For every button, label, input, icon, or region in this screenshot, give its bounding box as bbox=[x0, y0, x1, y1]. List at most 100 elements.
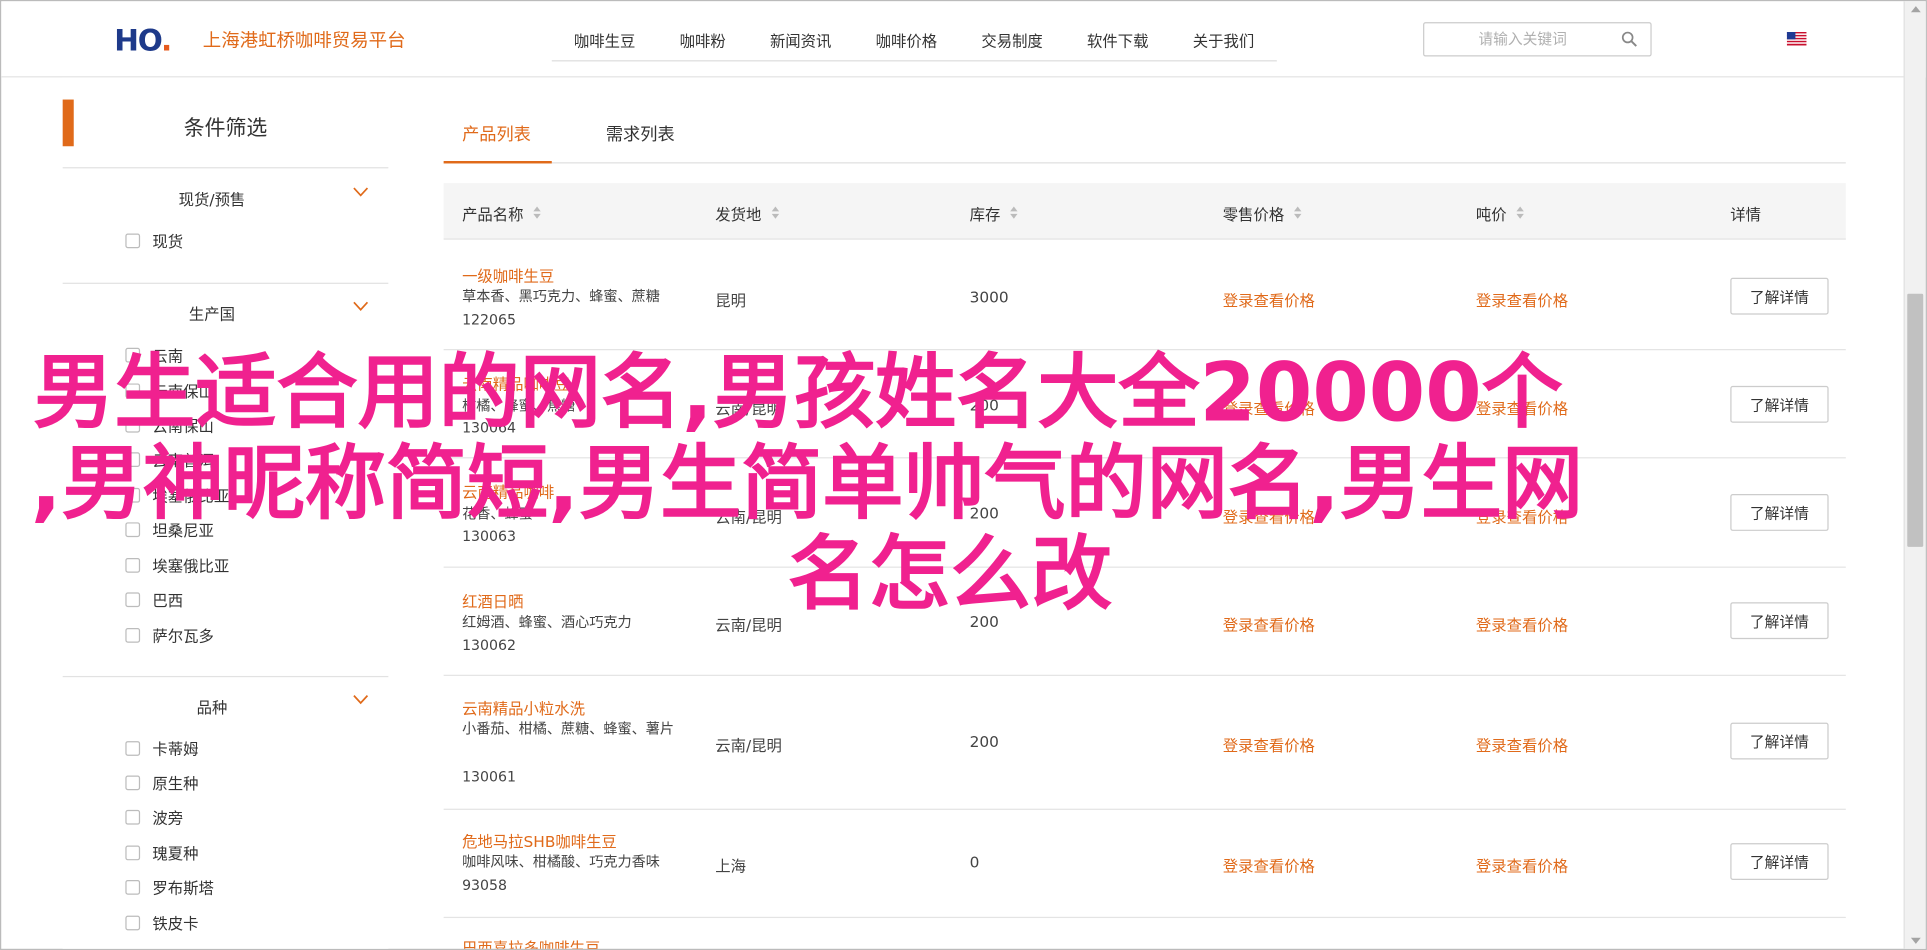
ton-price-login-link[interactable]: 登录查看价格 bbox=[1476, 288, 1568, 311]
search-input[interactable] bbox=[1424, 23, 1609, 56]
filter-option[interactable]: 原生种 bbox=[125, 771, 198, 794]
filter-option[interactable]: 铁皮卡 bbox=[125, 911, 198, 934]
column-header-origin[interactable]: 发货地 bbox=[715, 202, 779, 225]
checkbox[interactable] bbox=[125, 487, 141, 503]
logo-text: HO bbox=[114, 23, 162, 58]
product-name-link[interactable]: 一级咖啡生豆 bbox=[462, 263, 554, 286]
filter-group-title[interactable]: 现货/预售 bbox=[63, 187, 362, 210]
nav-item-coffee-powder[interactable]: 咖啡粉 bbox=[657, 21, 747, 60]
checkbox[interactable] bbox=[125, 591, 141, 607]
checkbox[interactable] bbox=[125, 451, 141, 467]
sort-icon[interactable] bbox=[771, 206, 779, 220]
retail-price-login-link[interactable]: 登录查看价格 bbox=[1223, 612, 1315, 635]
checkbox[interactable] bbox=[125, 914, 141, 930]
product-id: 130061 bbox=[462, 768, 517, 786]
sort-icon[interactable] bbox=[1516, 206, 1524, 220]
ton-price-login-link[interactable]: 登录查看价格 bbox=[1476, 396, 1568, 419]
column-header-product-name[interactable]: 产品名称 bbox=[462, 202, 541, 225]
tab-demand-list[interactable]: 需求列表 bbox=[606, 122, 675, 147]
filter-option[interactable]: 云南普洱 bbox=[125, 447, 214, 470]
filter-group-origin-country: 生产国 云南 云南保山 云南保山 云南普洱 埃塞俄比亚 坦桑尼亚 埃塞俄比亚 巴… bbox=[62, 284, 389, 678]
checkbox[interactable] bbox=[125, 879, 141, 895]
sort-icon[interactable] bbox=[533, 206, 541, 220]
nav-item-news[interactable]: 新闻资讯 bbox=[748, 21, 854, 60]
origin-cell: 昆明 bbox=[715, 291, 746, 310]
details-button[interactable]: 了解详情 bbox=[1730, 843, 1829, 880]
scroll-down-arrow-icon[interactable] bbox=[1910, 937, 1921, 944]
nav-item-software-download[interactable]: 软件下载 bbox=[1065, 21, 1171, 60]
product-name-link[interactable]: 危地马拉SHB咖啡生豆 bbox=[462, 828, 617, 851]
filter-option[interactable]: 埃塞俄比亚 bbox=[125, 553, 229, 576]
checkbox[interactable] bbox=[125, 844, 141, 860]
checkbox[interactable] bbox=[125, 347, 141, 362]
table-row: 红酒日晒 红姆酒、蜂蜜、酒心巧克力 130062 云南/昆明 200 登录查看价… bbox=[443, 568, 1846, 676]
filter-option[interactable]: 卡蒂姆 bbox=[125, 736, 198, 759]
retail-price-login-link[interactable]: 登录查看价格 bbox=[1223, 396, 1315, 419]
filter-option-label: 埃塞俄比亚 bbox=[152, 486, 230, 506]
checkbox[interactable] bbox=[125, 809, 141, 825]
ton-price-login-link[interactable]: 登录查看价格 bbox=[1476, 732, 1568, 755]
filter-option[interactable]: 云南保山 bbox=[125, 413, 214, 436]
checkbox[interactable] bbox=[125, 382, 141, 398]
table-header: 产品名称 发货地 库存 零售价格 吨价 详情 bbox=[443, 183, 1846, 240]
product-name-link[interactable]: 云南精品咖啡豆 bbox=[462, 371, 570, 394]
column-header-retail-price[interactable]: 零售价格 bbox=[1223, 202, 1302, 225]
sort-icon[interactable] bbox=[1294, 206, 1302, 220]
filter-option[interactable]: 波旁 bbox=[125, 805, 183, 828]
tab-product-list[interactable]: 产品列表 bbox=[462, 122, 531, 147]
filter-option[interactable]: 罗布斯塔 bbox=[125, 875, 214, 898]
filter-group-title[interactable]: 生产国 bbox=[63, 301, 362, 324]
nav-item-green-beans[interactable]: 咖啡生豆 bbox=[552, 21, 658, 60]
chevron-down-icon[interactable] bbox=[353, 694, 369, 705]
filter-option[interactable]: 坦桑尼亚 bbox=[125, 517, 214, 540]
details-button[interactable]: 了解详情 bbox=[1730, 602, 1829, 640]
checkbox[interactable] bbox=[125, 627, 141, 643]
filter-group-title[interactable]: 品种 bbox=[63, 694, 362, 717]
us-flag-icon[interactable] bbox=[1786, 31, 1807, 46]
checkbox[interactable] bbox=[125, 521, 141, 537]
filter-sidebar: 条件筛选 现货/预售 现货 生产国 云南 云南保山 云南保山 云南普洱 埃塞俄比… bbox=[62, 77, 389, 949]
filter-option[interactable]: 现货 bbox=[125, 229, 183, 252]
nav-item-about-us[interactable]: 关于我们 bbox=[1171, 21, 1277, 60]
ton-price-login-link[interactable]: 登录查看价格 bbox=[1476, 504, 1568, 527]
details-button[interactable]: 了解详情 bbox=[1730, 385, 1829, 423]
retail-price-login-link[interactable]: 登录查看价格 bbox=[1223, 288, 1315, 311]
retail-price-login-link[interactable]: 登录查看价格 bbox=[1223, 853, 1315, 876]
ton-price-login-link[interactable]: 登录查看价格 bbox=[1476, 612, 1568, 635]
checkbox[interactable] bbox=[125, 417, 141, 432]
checkbox[interactable] bbox=[125, 740, 141, 756]
search-icon[interactable] bbox=[1621, 31, 1638, 48]
checkbox[interactable] bbox=[125, 774, 141, 790]
ton-price-login-link[interactable]: 登录查看价格 bbox=[1476, 853, 1568, 876]
product-name-link[interactable]: 云南精品咖啡 bbox=[462, 479, 554, 502]
column-header-stock[interactable]: 库存 bbox=[970, 202, 1018, 225]
details-button[interactable]: 了解详情 bbox=[1730, 494, 1829, 531]
retail-price-login-link[interactable]: 登录查看价格 bbox=[1223, 732, 1315, 755]
vertical-scrollbar[interactable] bbox=[1903, 1, 1926, 949]
column-header-ton-price[interactable]: 吨价 bbox=[1476, 202, 1524, 225]
scroll-up-arrow-icon[interactable] bbox=[1910, 6, 1921, 13]
filter-option[interactable]: 埃塞俄比亚 bbox=[125, 483, 229, 506]
filter-option[interactable]: 萨尔瓦多 bbox=[125, 623, 214, 646]
filter-option[interactable]: 云南 bbox=[125, 343, 183, 366]
details-button[interactable]: 了解详情 bbox=[1730, 722, 1829, 760]
retail-price-login-link[interactable]: 登录查看价格 bbox=[1223, 504, 1315, 527]
nav-item-coffee-price[interactable]: 咖啡价格 bbox=[854, 21, 960, 60]
filter-option[interactable]: 云南保山 bbox=[125, 379, 214, 402]
sort-icon[interactable] bbox=[1010, 206, 1018, 220]
checkbox[interactable] bbox=[125, 557, 141, 573]
checkbox[interactable] bbox=[125, 232, 141, 248]
filter-option[interactable]: 巴西 bbox=[125, 587, 183, 610]
site-title[interactable]: 上海港虹桥咖啡贸易平台 bbox=[203, 27, 406, 53]
product-name-link[interactable]: 巴西喜拉多咖啡生豆 bbox=[462, 935, 600, 949]
filter-option[interactable]: 瑰夏种 bbox=[125, 841, 198, 864]
origin-cell: 上海 bbox=[715, 856, 746, 876]
nav-item-trade-rules[interactable]: 交易制度 bbox=[959, 21, 1065, 60]
product-name-link[interactable]: 红酒日晒 bbox=[462, 589, 523, 612]
details-button[interactable]: 了解详情 bbox=[1730, 277, 1829, 315]
product-name-link[interactable]: 云南精品小粒水洗 bbox=[462, 696, 585, 719]
chevron-down-icon[interactable] bbox=[353, 187, 369, 198]
scrollbar-thumb[interactable] bbox=[1907, 293, 1924, 547]
chevron-down-icon[interactable] bbox=[353, 301, 369, 312]
site-logo[interactable]: HO. bbox=[114, 23, 172, 58]
